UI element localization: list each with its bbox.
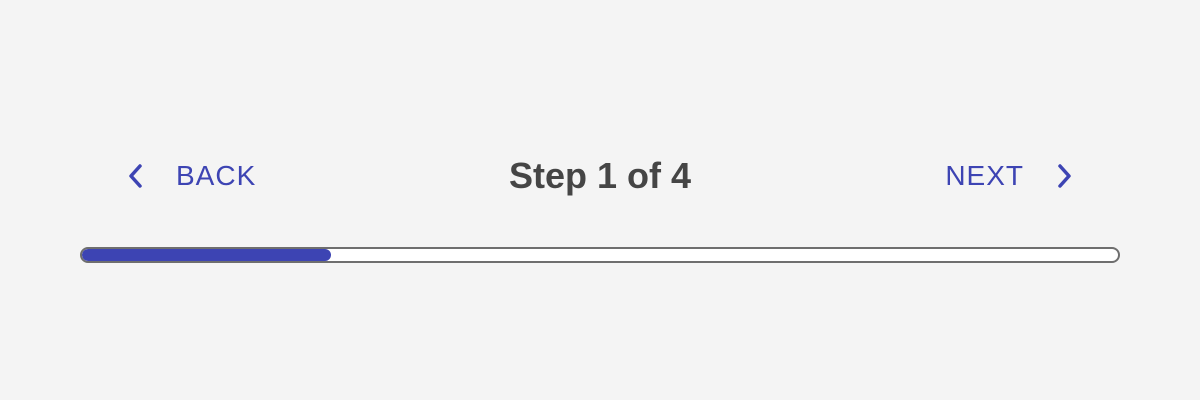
- chevron-right-icon: [1054, 162, 1074, 190]
- stepper: BACK Step 1 of 4 NEXT: [80, 140, 1120, 270]
- stepper-nav-row: BACK Step 1 of 4 NEXT: [80, 140, 1120, 212]
- progress-fill: [82, 249, 331, 261]
- back-button[interactable]: BACK: [126, 154, 256, 198]
- next-label: NEXT: [945, 160, 1024, 191]
- progress-track: [80, 247, 1120, 263]
- back-label: BACK: [176, 160, 257, 191]
- chevron-left-icon: [126, 162, 146, 190]
- next-button[interactable]: NEXT: [945, 154, 1074, 198]
